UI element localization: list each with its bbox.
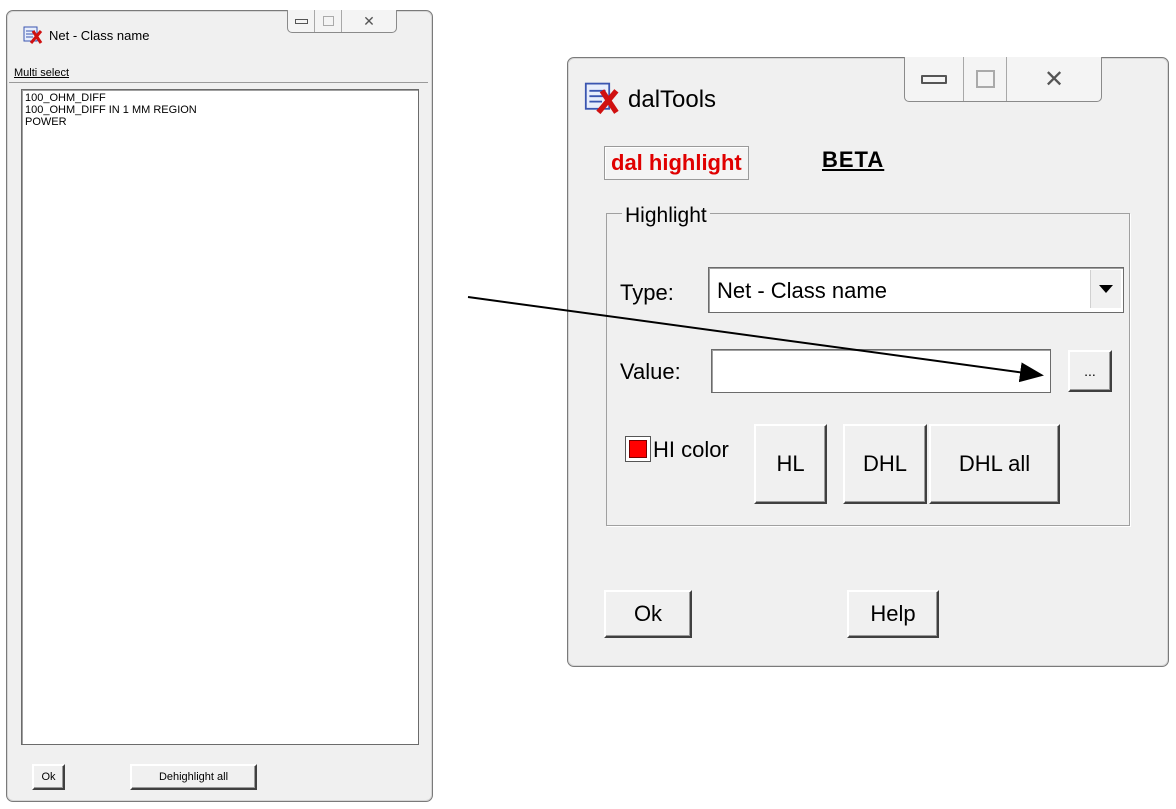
dehighlight-all-label: Dehighlight all [158, 771, 229, 783]
hl-label: HL [776, 451, 805, 476]
maximize-icon[interactable] [964, 57, 1007, 101]
dehighlight-all-button[interactable]: Dehighlight all [130, 764, 257, 790]
list-item[interactable]: POWER [25, 116, 415, 128]
value-label: Value: [620, 359, 681, 384]
minimize-icon[interactable] [288, 10, 315, 32]
dhl-all-label: DHL all [958, 451, 1031, 476]
dhl-all-button[interactable]: DHL all [929, 424, 1060, 504]
type-select[interactable]: Net - Class name [708, 267, 1124, 313]
net-class-window: Net - Class name ✕ Multi select 100_OHM_… [6, 10, 433, 802]
close-icon[interactable]: ✕ [1007, 57, 1101, 101]
type-select-value: Net - Class name [717, 278, 887, 303]
daltools-app-icon [584, 80, 620, 116]
list-item[interactable]: 100_OHM_DIFF [25, 92, 415, 104]
browse-label: ... [1084, 363, 1096, 379]
list-item[interactable]: 100_OHM_DIFF IN 1 MM REGION [25, 104, 415, 116]
browse-button[interactable]: ... [1068, 350, 1112, 392]
caption-buttons: ✕ [287, 10, 397, 33]
ok-button-label: Ok [41, 771, 56, 783]
window-title: dalTools [628, 86, 717, 113]
daltools-app-icon [23, 25, 43, 45]
brand-badge: dal highlight [604, 146, 749, 180]
daltools-titlebar[interactable]: dalTools ✕ [568, 57, 1168, 128]
class-name-list[interactable]: 100_OHM_DIFF 100_OHM_DIFF IN 1 MM REGION… [21, 89, 419, 745]
chevron-down-icon [1099, 285, 1113, 293]
help-button[interactable]: Help [847, 590, 939, 638]
ok-button[interactable]: Ok [604, 590, 692, 638]
hi-color-swatch [629, 440, 647, 458]
ok-button-label: Ok [633, 601, 663, 626]
window-title: Net - Class name [49, 28, 150, 43]
type-label: Type: [620, 280, 674, 305]
hi-color-checkbox[interactable] [625, 436, 651, 462]
hl-button[interactable]: HL [754, 424, 827, 504]
minimize-icon[interactable] [905, 57, 964, 101]
dhl-button[interactable]: DHL [843, 424, 927, 504]
daltools-window: dalTools ✕ dal highlight BETA Highlight … [567, 57, 1169, 667]
value-input[interactable] [711, 349, 1051, 393]
dhl-label: DHL [862, 451, 907, 476]
ok-button[interactable]: Ok [32, 764, 65, 790]
highlight-group-label: Highlight [622, 204, 710, 228]
close-icon[interactable]: ✕ [342, 10, 396, 32]
maximize-icon[interactable] [315, 10, 342, 32]
hi-color-label: HI color [653, 437, 729, 462]
beta-label: BETA [822, 147, 885, 172]
caption-buttons: ✕ [904, 57, 1102, 102]
net-class-titlebar[interactable]: Net - Class name ✕ [7, 10, 432, 45]
separator [9, 82, 428, 83]
brand-label: dal highlight [611, 150, 742, 175]
help-button-label: Help [870, 601, 916, 626]
dropdown-arrow[interactable] [1090, 270, 1121, 308]
multi-select-link[interactable]: Multi select [14, 67, 69, 79]
